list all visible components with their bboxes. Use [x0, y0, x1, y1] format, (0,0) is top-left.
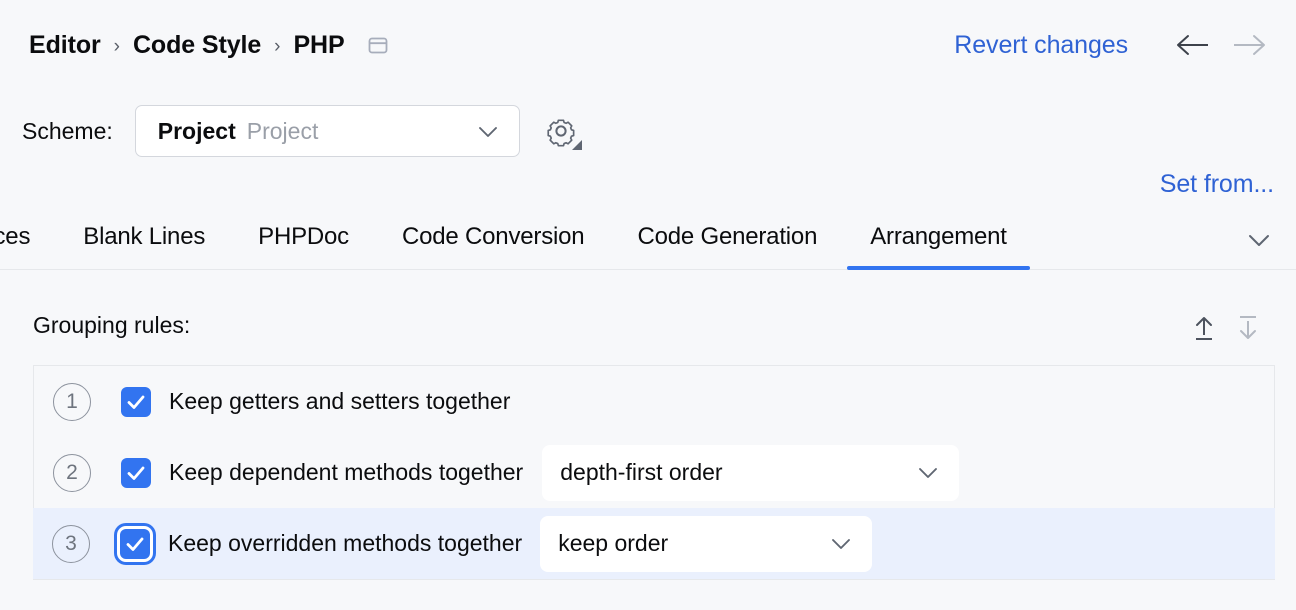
checkmark-icon [124, 533, 146, 555]
tab-blank-lines[interactable]: Blank Lines [83, 223, 205, 269]
rule-checkbox[interactable] [120, 529, 150, 559]
rule-index-badge: 2 [53, 454, 91, 492]
rule-order-value: keep order [558, 530, 668, 557]
chevron-down-icon[interactable] [1242, 223, 1276, 257]
chevron-down-icon [830, 536, 852, 557]
breadcrumb-separator: › [274, 37, 280, 56]
checkmark-icon [125, 462, 147, 484]
scheme-select[interactable]: Project Project [135, 105, 520, 157]
reorder-buttons [1182, 308, 1270, 348]
arrow-up-bar-icon[interactable] [1182, 308, 1226, 348]
scheme-value: Project [158, 118, 236, 145]
breadcrumb-separator: › [114, 37, 120, 56]
rule-checkbox[interactable] [121, 458, 151, 488]
rule-label: Keep overridden methods together [168, 530, 522, 557]
header-actions: Revert changes [954, 25, 1272, 65]
rule-order-value: depth-first order [560, 459, 722, 486]
arrow-left-icon[interactable] [1170, 25, 1216, 65]
tab-code-conversion[interactable]: Code Conversion [402, 223, 584, 269]
tab-arrangement[interactable]: Arrangement [870, 223, 1007, 269]
grouping-rules-table: 1 Keep getters and setters together 2 Ke… [33, 365, 1275, 580]
rule-index-badge: 3 [52, 525, 90, 563]
set-from-link[interactable]: Set from... [1160, 170, 1274, 199]
grouping-rules-title: Grouping rules: [33, 312, 190, 339]
breadcrumb-item-code-style[interactable]: Code Style [133, 31, 261, 60]
tab-code-generation[interactable]: Code Generation [637, 223, 817, 269]
rule-checkbox[interactable] [121, 387, 151, 417]
scheme-value-hint: Project [247, 118, 319, 145]
dropdown-triangle-icon [570, 138, 582, 150]
rule-index-badge: 1 [53, 383, 91, 421]
rule-label: Keep dependent methods together [169, 459, 523, 486]
panel-icon[interactable] [367, 34, 389, 56]
checkmark-icon [125, 391, 147, 413]
scheme-row: Scheme: Project Project [0, 100, 1296, 162]
page-header: Editor › Code Style › PHP Revert changes [0, 0, 1296, 90]
breadcrumb-item-php[interactable]: PHP [293, 31, 344, 60]
rule-order-select[interactable]: keep order [540, 516, 872, 572]
table-row[interactable]: 3 Keep overridden methods together keep … [33, 508, 1275, 579]
code-style-settings-page: Editor › Code Style › PHP Revert changes [0, 0, 1296, 610]
table-row[interactable]: 2 Keep dependent methods together depth-… [34, 437, 1274, 508]
scheme-settings-button[interactable] [541, 111, 581, 151]
chevron-down-icon [917, 465, 939, 486]
arrow-down-bar-icon[interactable] [1226, 308, 1270, 348]
rule-label: Keep getters and setters together [169, 388, 510, 415]
breadcrumb-item-editor[interactable]: Editor [29, 31, 101, 60]
arrow-right-icon[interactable] [1226, 25, 1272, 65]
revert-changes-link[interactable]: Revert changes [954, 31, 1128, 60]
tab-phpdoc[interactable]: PHPDoc [258, 223, 349, 269]
chevron-down-icon [477, 124, 499, 145]
set-from-row: Set from... [0, 162, 1296, 206]
tab-wrapping-and-braces[interactable]: nd Braces [0, 223, 30, 269]
scheme-label: Scheme: [22, 118, 113, 145]
breadcrumb: Editor › Code Style › PHP [29, 31, 389, 60]
table-row[interactable]: 1 Keep getters and setters together [34, 366, 1274, 437]
settings-tabs: nd Braces Blank Lines PHPDoc Code Conver… [0, 216, 1296, 270]
rule-order-select[interactable]: depth-first order [542, 445, 959, 501]
